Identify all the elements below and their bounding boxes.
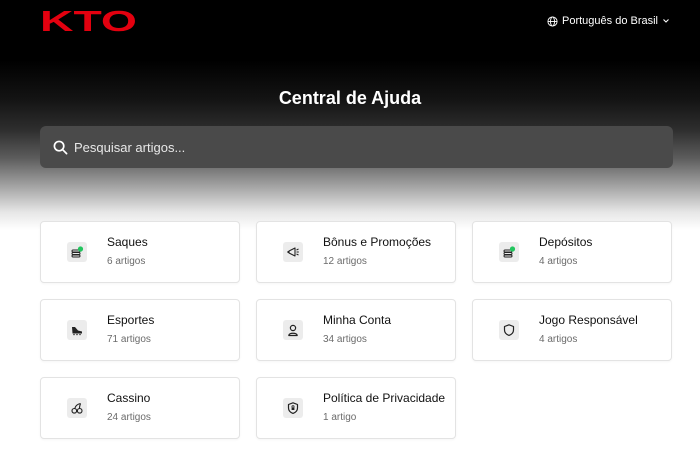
- coins-icon: [503, 246, 516, 258]
- category-card-depositos[interactable]: Depósitos 4 artigos: [472, 221, 672, 283]
- hero-banner: [0, 0, 700, 230]
- icon-box: [67, 398, 87, 418]
- category-card-minha-conta[interactable]: Minha Conta 34 artigos: [256, 299, 456, 361]
- category-card-jogo-responsavel[interactable]: Jogo Responsável 4 artigos: [472, 299, 672, 361]
- icon-box: [67, 320, 87, 340]
- category-title: Cassino: [107, 391, 151, 405]
- category-count: 24 artigos: [107, 412, 151, 423]
- search-bar[interactable]: [40, 126, 673, 168]
- megaphone-icon: [287, 247, 299, 257]
- cherries-icon: [71, 402, 83, 414]
- category-title: Política de Privacidade: [323, 391, 446, 405]
- icon-box: [499, 242, 519, 262]
- icon-box: [283, 320, 303, 340]
- user-icon: [288, 324, 298, 337]
- search-input[interactable]: [74, 139, 634, 155]
- language-label: Português do Brasil: [562, 15, 658, 27]
- category-count: 71 artigos: [107, 334, 151, 345]
- category-count: 34 artigos: [323, 334, 367, 345]
- category-title: Jogo Responsável: [539, 313, 638, 327]
- page-title: Central de Ajuda: [278, 88, 422, 108]
- icon-box: [283, 242, 303, 262]
- category-card-saques[interactable]: Saques 6 artigos: [40, 221, 240, 283]
- category-count: 6 artigos: [107, 256, 146, 267]
- language-selector[interactable]: Português do Brasil: [547, 15, 670, 27]
- category-count: 4 artigos: [539, 256, 578, 267]
- category-card-politica-privacidade[interactable]: Política de Privacidade 1 artigo: [256, 377, 456, 439]
- soccer-shoe-icon: [72, 327, 82, 336]
- category-count: 1 artigo: [323, 412, 357, 423]
- category-title: Bônus e Promoções: [323, 235, 432, 249]
- globe-icon: [547, 15, 558, 27]
- category-title: Depósitos: [539, 235, 593, 249]
- category-card-esportes[interactable]: Esportes 71 artigos: [40, 299, 240, 361]
- icon-box: [283, 398, 303, 418]
- category-title: Minha Conta: [323, 313, 392, 327]
- chevron-down-icon: [663, 19, 669, 23]
- shield-icon: [503, 324, 515, 336]
- category-card-cassino[interactable]: Cassino 24 artigos: [40, 377, 240, 439]
- category-title: Esportes: [107, 313, 155, 327]
- category-title: Saques: [107, 235, 148, 249]
- kto-logo[interactable]: KTO: [40, 8, 138, 34]
- category-card-bonus[interactable]: Bônus e Promoções 12 artigos: [256, 221, 456, 283]
- icon-box: [499, 320, 519, 340]
- coins-icon: [71, 246, 84, 258]
- icon-box: [67, 242, 87, 262]
- category-count: 4 artigos: [539, 334, 578, 345]
- search-icon: [53, 140, 68, 154]
- shield-lock-icon: [287, 402, 299, 414]
- category-count: 12 artigos: [323, 256, 367, 267]
- svg-text:KTO: KTO: [40, 8, 137, 34]
